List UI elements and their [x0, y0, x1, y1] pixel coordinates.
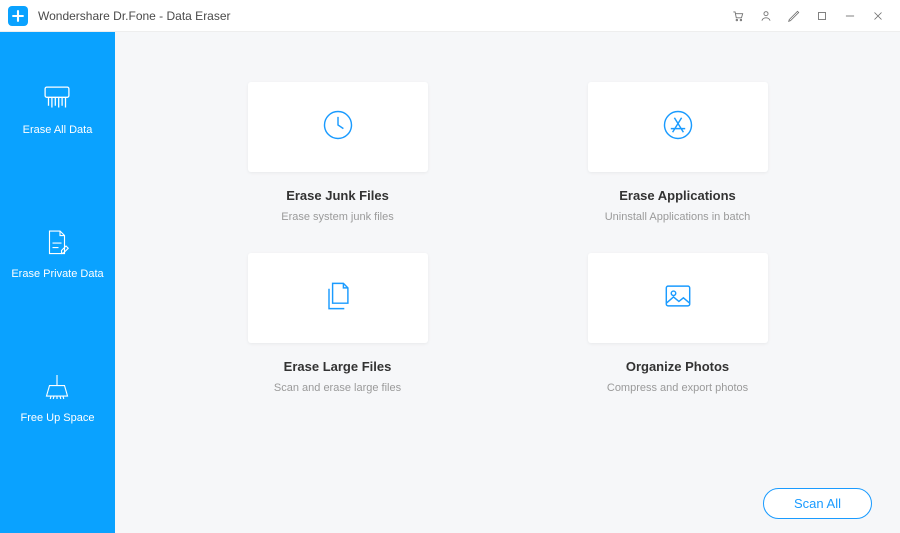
card-erase-applications[interactable]: Erase Applications Uninstall Application…: [548, 82, 808, 223]
sidebar-item-erase-all[interactable]: Erase All Data: [23, 82, 93, 136]
main-panel: Erase Junk Files Erase system junk files…: [115, 32, 900, 533]
card-subtitle: Scan and erase large files: [274, 382, 401, 394]
minimize-icon[interactable]: [836, 2, 864, 30]
clock-icon: [320, 107, 356, 148]
shredder-icon: [40, 82, 74, 116]
sidebar-item-label: Erase All Data: [23, 124, 93, 136]
window-title: Wondershare Dr.Fone - Data Eraser: [38, 9, 231, 23]
document-edit-icon: [40, 226, 74, 260]
image-icon: [660, 278, 696, 319]
card-title: Erase Applications: [619, 188, 736, 203]
sidebar-item-erase-private[interactable]: Erase Private Data: [11, 226, 103, 280]
files-icon: [320, 278, 356, 319]
close-icon[interactable]: [864, 2, 892, 30]
card-subtitle: Uninstall Applications in batch: [605, 211, 751, 223]
restore-icon[interactable]: [808, 2, 836, 30]
card-title: Organize Photos: [626, 359, 729, 374]
user-icon[interactable]: [752, 2, 780, 30]
scan-all-button[interactable]: Scan All: [763, 488, 872, 519]
appstore-icon: [660, 107, 696, 148]
card-organize-photos[interactable]: Organize Photos Compress and export phot…: [548, 253, 808, 394]
broom-icon: [40, 370, 74, 404]
card-erase-large-files[interactable]: Erase Large Files Scan and erase large f…: [208, 253, 468, 394]
card-erase-junk-files[interactable]: Erase Junk Files Erase system junk files: [208, 82, 468, 223]
titlebar: Wondershare Dr.Fone - Data Eraser: [0, 0, 900, 32]
sidebar-item-label: Free Up Space: [21, 412, 95, 424]
feedback-icon[interactable]: [780, 2, 808, 30]
card-title: Erase Large Files: [284, 359, 392, 374]
app-logo: [8, 6, 28, 26]
sidebar-item-label: Erase Private Data: [11, 268, 103, 280]
sidebar: Erase All Data Erase Private Data: [0, 32, 115, 533]
card-subtitle: Compress and export photos: [607, 382, 748, 394]
cart-icon[interactable]: [724, 2, 752, 30]
card-title: Erase Junk Files: [286, 188, 389, 203]
sidebar-item-free-up-space[interactable]: Free Up Space: [21, 370, 95, 424]
card-subtitle: Erase system junk files: [281, 211, 393, 223]
